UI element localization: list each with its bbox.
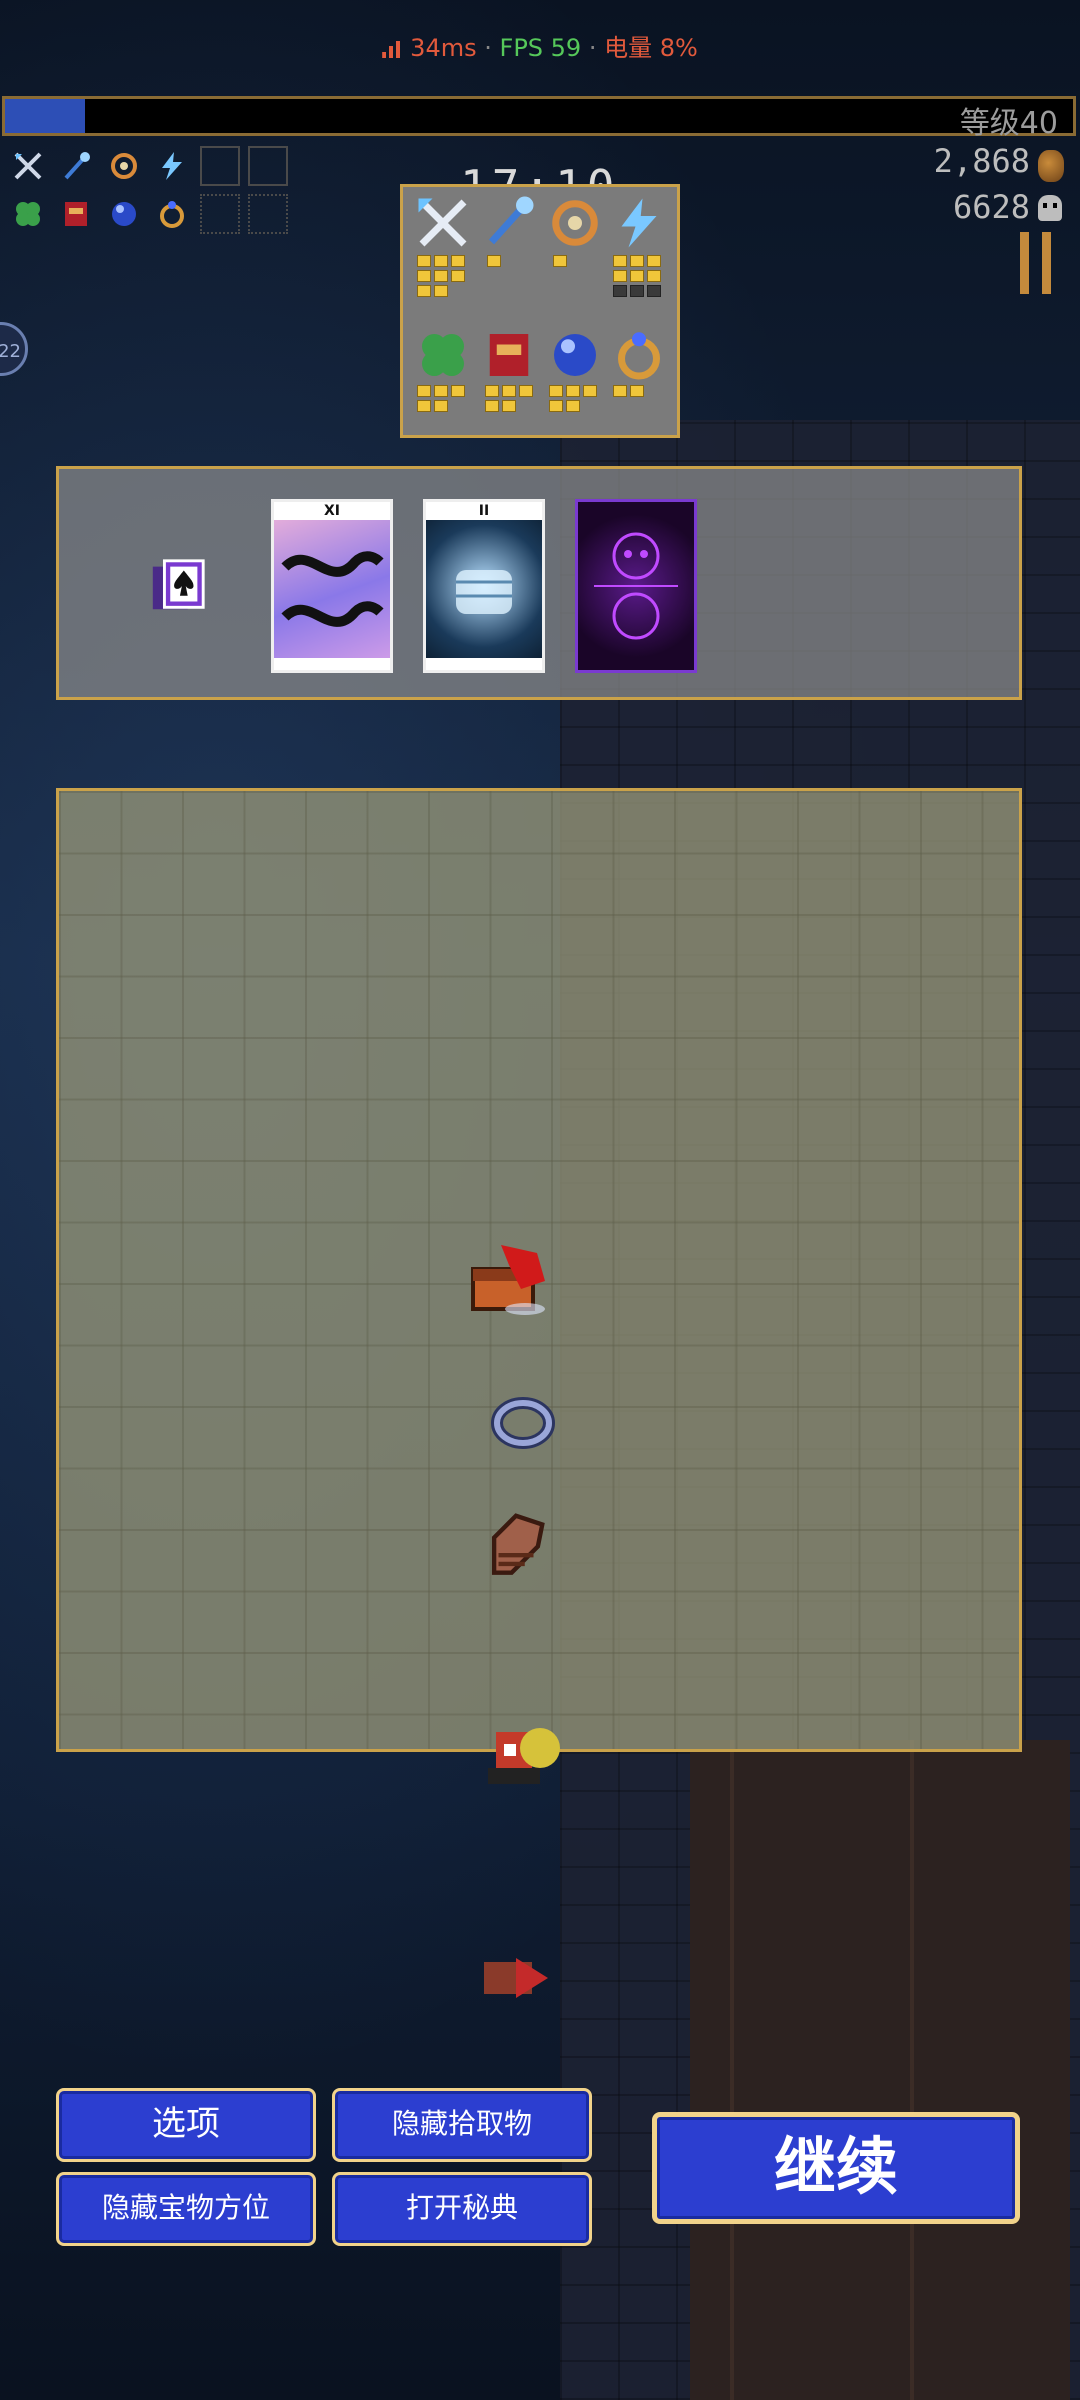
weapon-slot <box>152 146 192 186</box>
level-pips <box>487 255 501 267</box>
enemy-sprite-icon <box>484 1958 548 1998</box>
wave-icon <box>281 551 384 627</box>
ring-icon <box>618 332 660 380</box>
passive-slot <box>104 194 144 234</box>
weapon-slot-empty <box>248 146 288 186</box>
passive-slot-empty <box>200 194 240 234</box>
level-pips <box>417 385 465 412</box>
ping-text: 34ms <box>410 34 477 62</box>
orb-icon <box>112 202 136 226</box>
skull-pattern-icon <box>594 532 678 640</box>
clover-icon <box>422 334 464 376</box>
fist-icon <box>456 570 512 614</box>
card-numeral: XI <box>274 502 390 520</box>
level-label: 等级40 <box>959 106 1058 141</box>
hide-pickups-button[interactable]: 隐藏拾取物 <box>332 2088 592 2162</box>
weapon-slot <box>56 146 96 186</box>
level-pips <box>613 255 661 297</box>
orb-icon <box>554 334 596 376</box>
kill-count: 6628 <box>952 188 1030 226</box>
map-panel[interactable] <box>56 788 1022 1752</box>
inventory-panel <box>400 184 680 438</box>
player-character-icon <box>488 1728 560 1784</box>
coin-count: 2,868 <box>933 142 1030 180</box>
card-numeral: II <box>426 502 542 520</box>
passive-slot <box>56 194 96 234</box>
continue-button[interactable]: 继续 <box>652 2112 1020 2224</box>
arcana-panel: XI II <box>56 466 1022 700</box>
skull-icon <box>1038 195 1062 221</box>
crossed-swords-icon <box>14 152 42 180</box>
level-pips <box>553 255 567 267</box>
pause-icon <box>1020 232 1029 294</box>
tome-icon <box>65 202 87 226</box>
weapon-slot <box>104 146 144 186</box>
arcana-card-xi[interactable]: XI <box>271 499 393 673</box>
xp-bar-fill <box>5 99 86 133</box>
separator: · <box>588 34 597 62</box>
fps-text: FPS 59 <box>499 34 582 62</box>
magic-wand-icon <box>488 196 534 245</box>
separator: · <box>484 34 492 62</box>
pause-icon <box>1042 232 1051 294</box>
crossed-swords-icon <box>418 198 467 247</box>
garlic-ring-icon <box>552 200 598 246</box>
tome-icon <box>489 334 529 376</box>
weapon-slot-empty <box>200 146 240 186</box>
background-pillars <box>690 1740 1070 2400</box>
gauntlet-icon <box>491 1513 545 1575</box>
options-button[interactable]: 选项 <box>56 2088 316 2162</box>
ring-icon <box>160 201 184 228</box>
pause-button[interactable] <box>1020 232 1054 294</box>
arcana-card-ii[interactable]: II <box>423 499 545 673</box>
magic-wand-icon <box>64 152 90 180</box>
weapon-slot <box>8 146 48 186</box>
signal-icon <box>382 38 405 58</box>
level-pips <box>549 385 597 412</box>
status-bar: 34ms · FPS 59 · 电量 8% <box>0 28 1080 63</box>
passive-slot <box>152 194 192 234</box>
hide-treasure-button[interactable]: 隐藏宝物方位 <box>56 2172 316 2246</box>
level-pips <box>417 255 465 297</box>
xp-bar <box>2 96 1076 136</box>
arcana-card-back[interactable] <box>575 499 697 673</box>
arcana-deck-icon[interactable] <box>147 555 209 617</box>
level-pips <box>485 385 533 412</box>
level-pips <box>613 385 644 397</box>
ring-icon <box>491 1397 555 1449</box>
lightning-icon <box>621 198 657 248</box>
clover-icon <box>16 202 40 226</box>
lightning-icon <box>162 152 182 180</box>
battery-text: 电量 8% <box>604 34 698 62</box>
passive-slot-empty <box>248 194 288 234</box>
open-codex-button[interactable]: 打开秘典 <box>332 2172 592 2246</box>
treasure-chest-icon <box>471 1245 545 1315</box>
coin-icon <box>1038 150 1064 182</box>
passive-slot <box>8 194 48 234</box>
garlic-ring-icon <box>111 153 137 179</box>
